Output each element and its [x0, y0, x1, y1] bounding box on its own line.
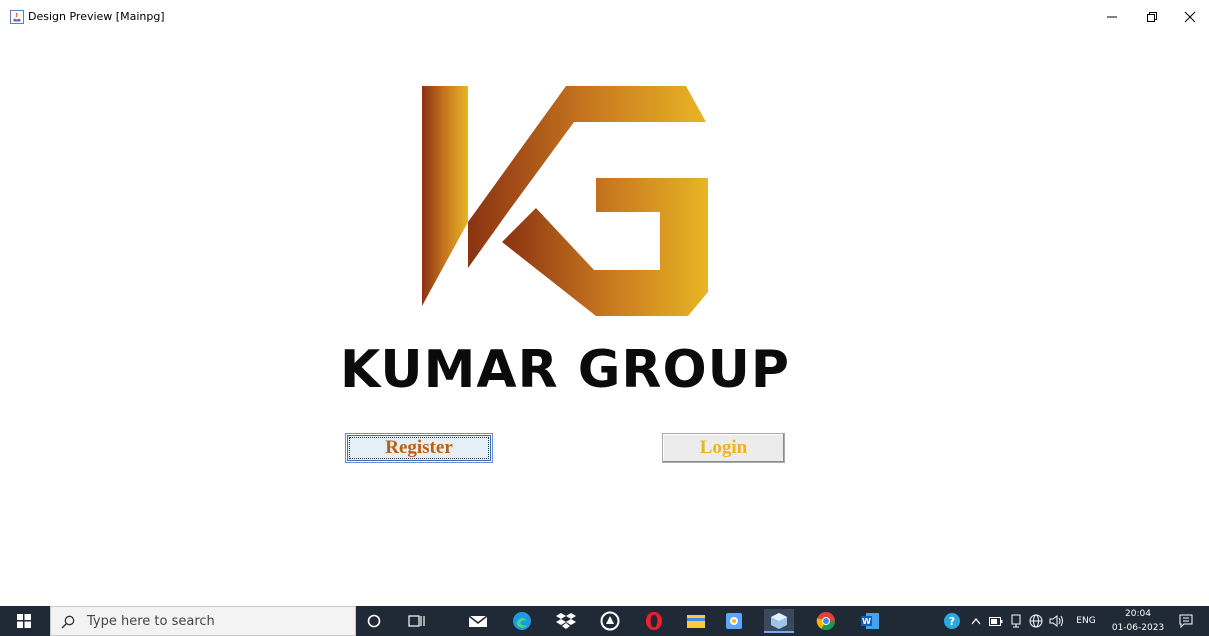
taskbar: Type here to search W ? ENG 20:04 01-06-… [0, 606, 1209, 636]
start-button[interactable] [0, 606, 48, 636]
clock-time: 20:04 [1125, 609, 1151, 619]
meet-icon [1011, 614, 1021, 628]
brand-name: KUMAR GROUP [340, 340, 791, 400]
search-icon [61, 615, 75, 629]
photos-button[interactable] [722, 609, 746, 633]
window-title: Design Preview [Mainpg] [28, 10, 165, 23]
photos-icon [726, 613, 742, 629]
minimize-button[interactable] [1090, 0, 1134, 34]
network-tray[interactable] [1028, 606, 1044, 636]
close-icon [1184, 11, 1196, 23]
notification-icon [1179, 614, 1193, 628]
show-hidden-icons-button[interactable] [968, 606, 984, 636]
volume-tray[interactable] [1048, 606, 1066, 636]
svg-text:?: ? [949, 615, 955, 628]
language-indicator[interactable]: ENG [1072, 606, 1100, 636]
taskbar-search[interactable]: Type here to search [50, 606, 356, 636]
word-icon: W [861, 613, 879, 629]
register-button[interactable]: Register [345, 433, 493, 463]
clock[interactable]: 20:04 01-06-2023 [1108, 606, 1168, 636]
svg-text:W: W [862, 617, 871, 626]
mail-button[interactable] [466, 609, 490, 633]
minimize-icon [1107, 16, 1117, 18]
restore-icon [1147, 12, 1157, 22]
edge-button[interactable] [510, 609, 534, 633]
word-button[interactable]: W [858, 609, 882, 633]
edge-icon [513, 612, 531, 630]
battery-tray[interactable] [988, 606, 1004, 636]
file-explorer-button[interactable] [684, 609, 708, 633]
dropbox-icon [556, 613, 576, 629]
notification-button[interactable] [1174, 606, 1198, 636]
app-icon [600, 611, 620, 631]
java-taskbar-button[interactable] [764, 609, 794, 633]
mail-icon [468, 615, 488, 627]
chevron-up-icon [971, 618, 981, 625]
close-button[interactable] [1168, 0, 1209, 34]
app-button[interactable] [598, 609, 622, 633]
active-indicator [764, 631, 794, 633]
file-explorer-icon [687, 615, 705, 628]
help-icon: ? [944, 613, 960, 629]
task-view-icon [408, 615, 425, 627]
opera-icon [646, 612, 662, 630]
network-icon [1029, 614, 1043, 628]
search-placeholder: Type here to search [87, 614, 215, 629]
help-tray-button[interactable]: ? [940, 606, 964, 636]
chrome-button[interactable] [814, 609, 838, 633]
chrome-icon [816, 612, 835, 631]
opera-button[interactable] [642, 609, 666, 633]
clock-date: 01-06-2023 [1111, 623, 1165, 633]
meet-tray[interactable] [1008, 606, 1024, 636]
java-icon [771, 613, 787, 629]
java-app-icon [10, 10, 24, 24]
kg-logo [422, 86, 708, 316]
cortana-icon [367, 614, 381, 628]
windows-icon [17, 614, 31, 628]
battery-icon [989, 616, 1003, 626]
task-view-button[interactable] [405, 609, 429, 633]
cortana-button[interactable] [362, 609, 386, 633]
dropbox-button[interactable] [554, 609, 578, 633]
volume-icon [1049, 615, 1063, 627]
title-bar: Design Preview [Mainpg] [0, 0, 1209, 34]
login-button[interactable]: Login [662, 433, 785, 463]
